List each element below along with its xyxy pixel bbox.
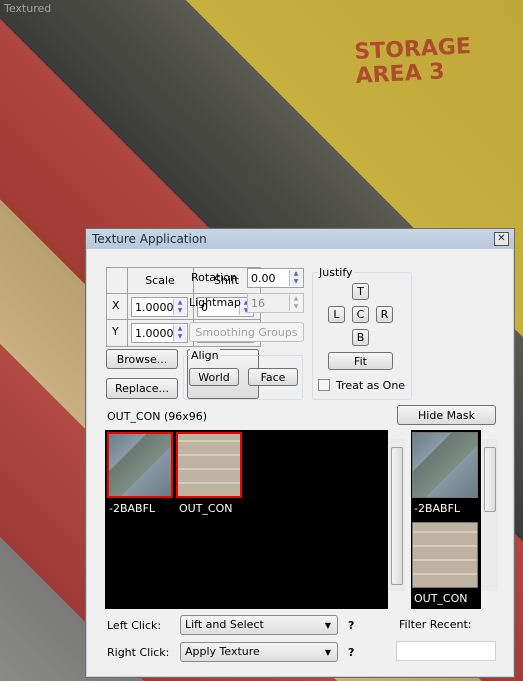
left-click-label: Left Click:	[107, 619, 162, 632]
lightmap-label: Lightmap	[189, 296, 241, 309]
y-label: Y	[112, 325, 119, 338]
spinner-icon[interactable]: ▲▼	[173, 325, 186, 341]
right-click-select[interactable]: Apply Texture ▼	[180, 642, 338, 662]
texture-application-dialog: Texture Application ✕ Scale Shift X Y 1.…	[85, 228, 515, 678]
texture-thumb[interactable]	[176, 432, 242, 498]
smoothing-groups-button[interactable]: Smoothing Groups	[189, 322, 304, 342]
recent-texture-name: OUT_CON	[414, 592, 468, 605]
recent-texture-thumb[interactable]	[412, 432, 478, 498]
filter-recent-input[interactable]	[396, 641, 496, 661]
texture-browser[interactable]: -2BABFL OUT_CON	[105, 430, 388, 609]
treat-as-one-label: Treat as One	[336, 379, 406, 392]
x-label: X	[112, 299, 120, 312]
right-click-help[interactable]: ?	[348, 646, 354, 659]
texture-browser-scrollbar[interactable]	[389, 439, 405, 591]
rotation-input[interactable]: 0.00 ▲ ▼	[247, 268, 304, 288]
texture-name: OUT_CON	[179, 502, 233, 515]
justify-label: Justify	[318, 266, 354, 279]
spinner-icon[interactable]: ▲▼	[289, 270, 302, 286]
scale-y-input[interactable]: 1.0000 ▲ ▼	[131, 323, 188, 343]
storage-sign: STORAGE AREA 3	[354, 34, 473, 90]
justify-center-button[interactable]: C	[352, 306, 369, 323]
chevron-down-icon: ▼	[324, 648, 331, 657]
fit-button[interactable]: Fit	[328, 352, 393, 370]
spinner-icon[interactable]: ▲▼	[289, 295, 302, 311]
scale-x-value: 1.0000	[135, 300, 174, 314]
hide-mask-button[interactable]: Hide Mask	[397, 405, 496, 425]
title-bar[interactable]: Texture Application ✕	[86, 229, 514, 249]
browse-button[interactable]: Browse...	[106, 349, 178, 369]
viewport-label: Textured	[4, 2, 52, 15]
filter-recent-label: Filter Recent:	[399, 618, 472, 631]
current-texture-label: OUT_CON (96x96)	[107, 410, 208, 423]
lightmap-value: 16	[251, 296, 265, 310]
lightmap-input[interactable]: 16 ▲ ▼	[247, 293, 304, 313]
justify-right-button[interactable]: R	[376, 306, 393, 323]
close-icon[interactable]: ✕	[494, 232, 509, 246]
scale-y-value: 1.0000	[135, 326, 174, 340]
left-click-value: Lift and Select	[185, 618, 264, 631]
justify-left-button[interactable]: L	[328, 306, 345, 323]
recent-scrollbar[interactable]	[482, 439, 498, 591]
spinner-icon[interactable]: ▲▼	[173, 299, 186, 315]
rotation-label: Rotation	[191, 271, 238, 284]
right-click-value: Apply Texture	[185, 645, 260, 658]
texture-name: -2BABFL	[109, 502, 156, 515]
recent-textures-list[interactable]: -2BABFL OUT_CON	[411, 430, 481, 609]
face-button[interactable]: Face	[248, 368, 298, 386]
sign-line: AREA 3	[355, 59, 446, 90]
replace-button[interactable]: Replace...	[106, 378, 178, 399]
justify-bottom-button[interactable]: B	[352, 329, 369, 346]
align-label: Align	[190, 349, 220, 362]
rotation-value: 0.00	[251, 271, 276, 285]
chevron-down-icon: ▼	[324, 621, 331, 630]
justify-top-button[interactable]: T	[352, 283, 369, 300]
scale-x-input[interactable]: 1.0000 ▲ ▼	[131, 297, 188, 317]
left-click-select[interactable]: Lift and Select ▼	[180, 615, 338, 635]
treat-as-one-checkbox[interactable]	[318, 379, 330, 391]
texture-thumb[interactable]	[107, 432, 173, 498]
scale-header: Scale	[145, 274, 175, 287]
world-button[interactable]: World	[189, 368, 239, 386]
dialog-title: Texture Application	[92, 232, 207, 246]
recent-texture-name: -2BABFL	[414, 502, 461, 515]
right-click-label: Right Click:	[107, 646, 170, 659]
left-click-help[interactable]: ?	[348, 619, 354, 632]
recent-texture-thumb[interactable]	[412, 522, 478, 588]
